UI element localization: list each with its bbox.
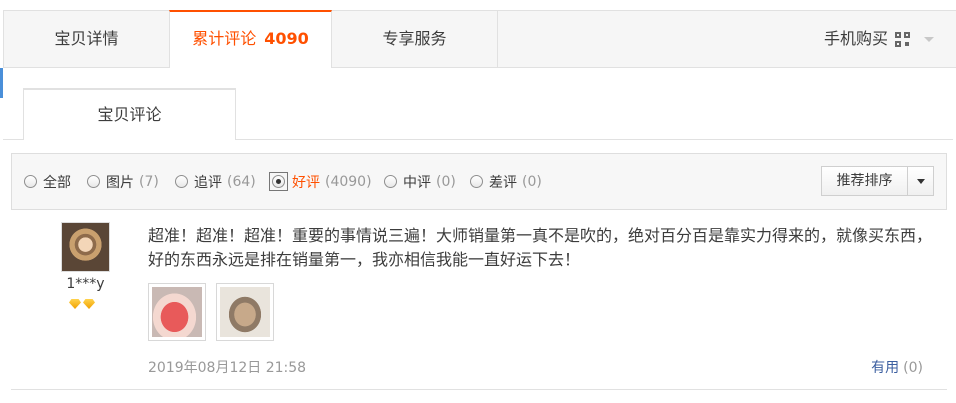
review-divider: [11, 389, 947, 390]
radio-all[interactable]: [24, 175, 37, 188]
side-indicator: [0, 68, 3, 98]
product-photo-image: [220, 287, 270, 337]
user-level-badges: [69, 299, 95, 309]
radio-negative[interactable]: [470, 175, 483, 188]
filter-images-label: 图片: [106, 174, 134, 191]
review-photo-thumbnail[interactable]: [216, 283, 274, 341]
tab-reviews-count: 4090: [264, 29, 309, 48]
sort-label[interactable]: 推荐排序: [822, 167, 908, 195]
filter-negative-count: (0): [522, 173, 542, 190]
review-text: 超准！超准！超准！重要的事情说三遍！大师销量第一真不是吹的，绝对百分百是靠实力得…: [148, 226, 933, 269]
filter-negative-label: 差评: [489, 174, 517, 191]
radio-neutral[interactable]: [384, 175, 397, 188]
tab-service[interactable]: 专享服务: [332, 11, 498, 67]
diamond-icon: [69, 299, 81, 309]
radio-followup[interactable]: [175, 175, 188, 188]
filter-followup-count: (64): [227, 173, 256, 190]
tab-reviews-label: 累计评论: [192, 29, 257, 48]
tab-reviews[interactable]: 累计评论 4090: [169, 10, 332, 68]
review-filter-bar: 全部 图片 (7) 追评 (64) 好评 (4090) 中评 (0) 差评 (0…: [11, 153, 947, 210]
filter-all-label: 全部: [43, 174, 71, 191]
detail-tab-bar: 宝贝详情 累计评论 4090 专享服务 手机购买: [3, 10, 956, 68]
subtab-item-reviews[interactable]: 宝贝评论: [23, 88, 236, 140]
filter-neutral[interactable]: 中评 (0): [384, 154, 456, 209]
filter-all[interactable]: 全部: [24, 154, 71, 209]
useful-vote[interactable]: 有用 (0): [871, 357, 923, 377]
caret-down-icon: [916, 178, 925, 184]
filter-positive-count: (4090): [325, 173, 372, 190]
avatar[interactable]: [61, 222, 110, 272]
filter-followup-label: 追评: [194, 174, 222, 191]
chevron-down-icon: [924, 36, 934, 42]
review-date: 2019年08月12日 21:58: [148, 360, 307, 376]
review-username: 1***y: [66, 276, 105, 292]
filter-positive[interactable]: 好评 (4090): [269, 154, 372, 209]
filter-positive-label: 好评: [292, 174, 320, 191]
mobile-buy-label: 手机购买: [823, 29, 888, 48]
tab-item-details[interactable]: 宝贝详情: [4, 11, 169, 67]
useful-link[interactable]: 有用: [871, 360, 899, 376]
useful-count: (0): [903, 360, 923, 376]
filter-neutral-count: (0): [436, 173, 456, 190]
filter-neutral-label: 中评: [403, 174, 431, 191]
radio-images[interactable]: [87, 175, 100, 188]
review-photo-thumbnail[interactable]: [148, 283, 206, 341]
filter-followup[interactable]: 追评 (64): [175, 154, 256, 209]
filter-images-count: (7): [139, 173, 159, 190]
radio-positive[interactable]: [272, 175, 285, 188]
sort-dropdown[interactable]: 推荐排序: [821, 166, 934, 196]
food-photo-image: [152, 287, 202, 337]
qr-code-icon: [895, 31, 910, 47]
diamond-icon: [83, 299, 95, 309]
mobile-buy-button[interactable]: 手机购买: [824, 11, 934, 67]
sort-caret-button[interactable]: [908, 167, 933, 195]
filter-negative[interactable]: 差评 (0): [470, 154, 542, 209]
filter-images[interactable]: 图片 (7): [87, 154, 159, 209]
